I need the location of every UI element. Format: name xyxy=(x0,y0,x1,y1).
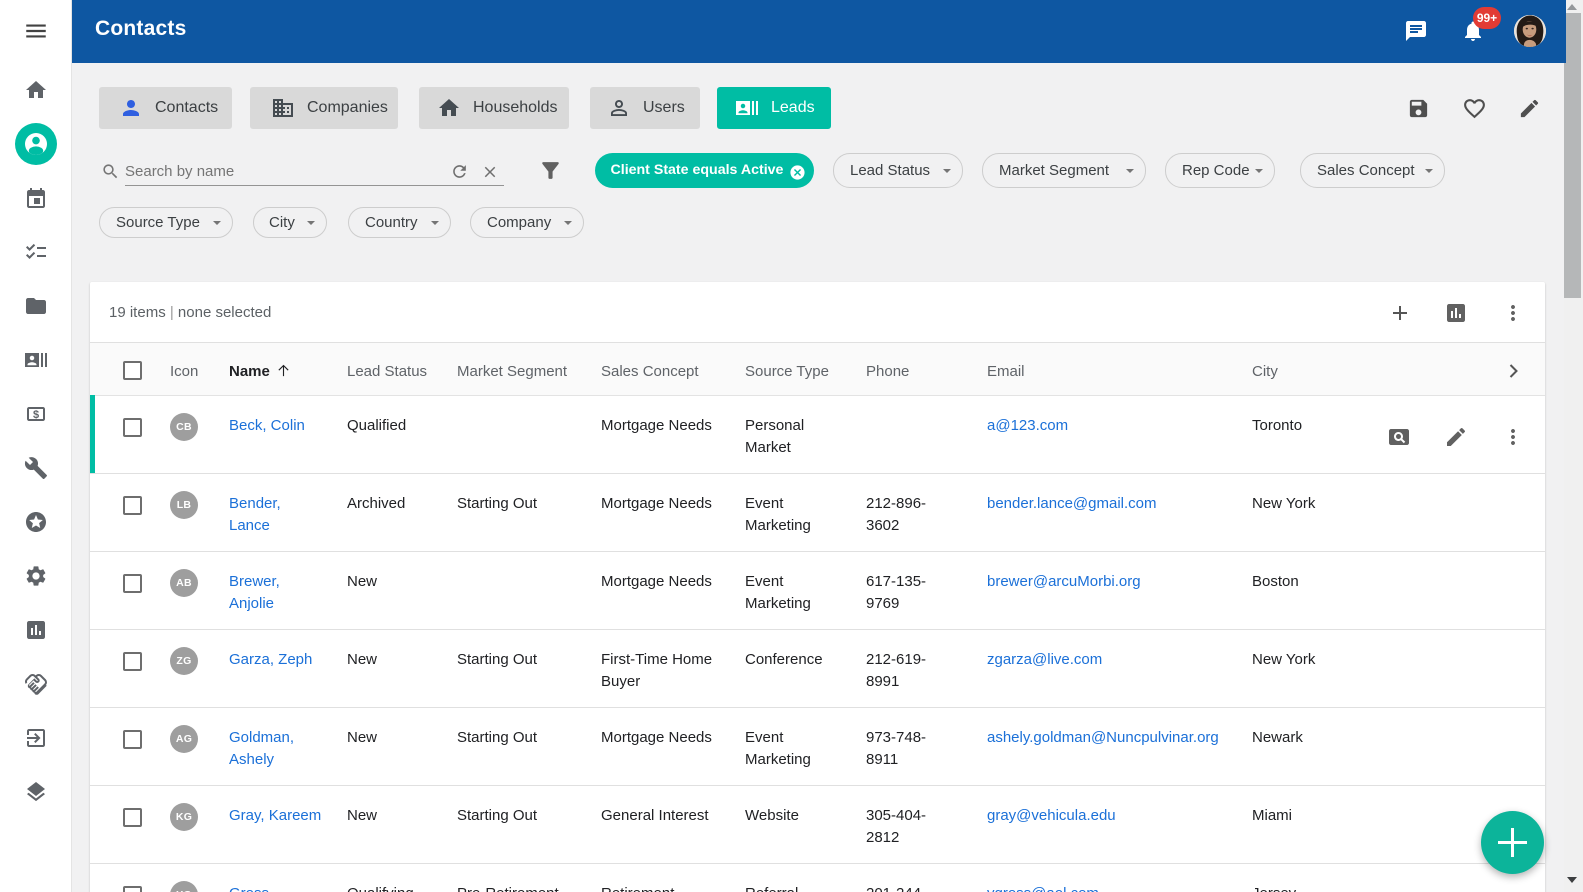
svg-text:$: $ xyxy=(33,409,39,421)
